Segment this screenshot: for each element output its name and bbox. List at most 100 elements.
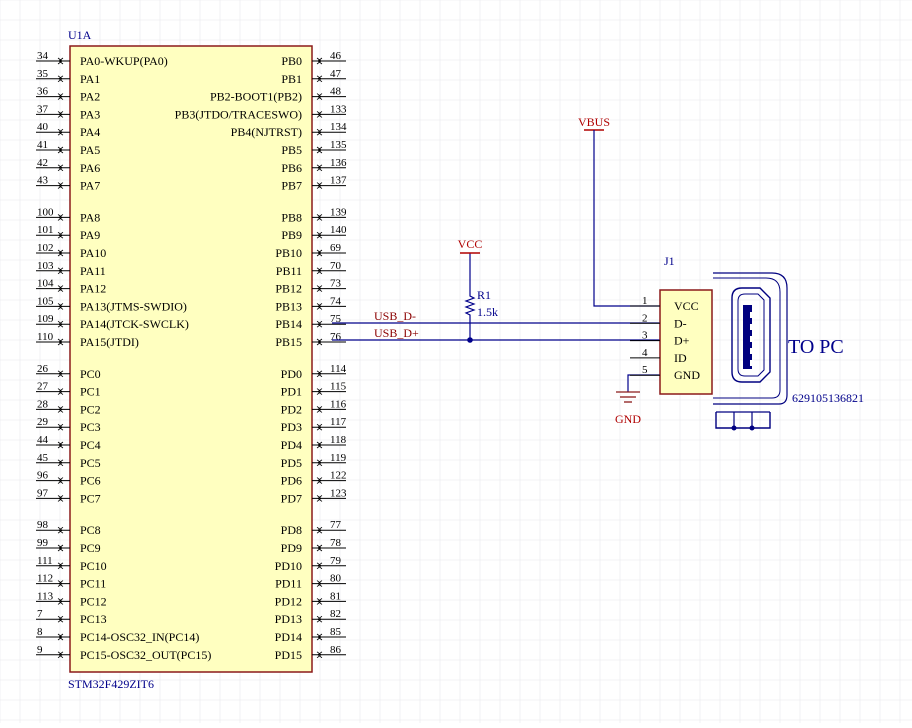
pin-name: PB11 xyxy=(276,264,302,278)
pin-name: PB9 xyxy=(281,228,302,242)
gnd-label: GND xyxy=(615,412,641,426)
pin-number: 96 xyxy=(37,470,49,482)
pin-name: D- xyxy=(674,316,687,330)
wire-gnd xyxy=(627,374,660,392)
pin-name: PB5 xyxy=(281,143,302,157)
usb-receptacle-icon xyxy=(713,272,788,431)
pin-number: 110 xyxy=(37,331,54,343)
pin-name: PC10 xyxy=(80,559,107,573)
pin-name: PC0 xyxy=(80,367,101,381)
pin-name: PA9 xyxy=(80,228,100,242)
pin-name: PA4 xyxy=(80,125,100,139)
j1-usb-connector[interactable]: J1 1 VCC 2 D- 3 D+ 4 ID 5 GND 629105136821 TO PC xyxy=(630,254,864,431)
pin-number: 26 xyxy=(37,363,49,375)
pin-name: PC9 xyxy=(80,541,101,555)
pin-number: 2 xyxy=(642,312,648,324)
pin-name: PC1 xyxy=(80,385,101,399)
pin-name: PD12 xyxy=(275,594,302,608)
pin-number: 46 xyxy=(330,50,342,62)
pin-number: 28 xyxy=(37,398,49,410)
pin-name: PC14-OSC32_IN(PC14) xyxy=(80,630,199,644)
wire-vbus xyxy=(593,130,660,307)
pin-number: 42 xyxy=(37,157,48,169)
pin-number: 134 xyxy=(330,121,347,133)
pin-number: 101 xyxy=(37,224,54,236)
pin-name: PB8 xyxy=(281,210,302,224)
vcc-power-port[interactable]: VCC xyxy=(458,237,483,254)
pin-number: 35 xyxy=(37,68,49,80)
r1-value: 1.5k xyxy=(477,305,498,319)
pin-name: PA14(JTCK-SWCLK) xyxy=(80,317,189,331)
pin-name: PA13(JTMS-SWDIO) xyxy=(80,299,187,313)
pin-number: 45 xyxy=(37,452,49,464)
pin-number: 82 xyxy=(330,608,341,620)
pin-name: PB13 xyxy=(275,299,302,313)
pin-number: 8 xyxy=(37,626,43,638)
pin-number: 7 xyxy=(37,608,43,620)
pin-name: PC7 xyxy=(80,491,101,505)
pin-number: 118 xyxy=(330,434,347,446)
pin-name: PA12 xyxy=(80,282,106,296)
pin-number: 123 xyxy=(330,487,347,499)
gnd-power-port[interactable]: GND xyxy=(615,374,660,426)
pin-name: PA3 xyxy=(80,107,100,121)
net-label-usb-dm[interactable]: USB_D- xyxy=(374,309,416,323)
pin-number: 102 xyxy=(37,242,54,254)
pin-name: PC2 xyxy=(80,402,101,416)
u1-microcontroller[interactable]: U1A STM32F429ZIT6 34 PA0-WKUP(PA0) 35 PA1 36… xyxy=(36,28,347,691)
pin-number: 86 xyxy=(330,644,342,656)
pin-name: PD9 xyxy=(281,541,302,555)
pin-name: PA11 xyxy=(80,264,106,278)
resistor-zigzag xyxy=(464,293,476,318)
pin-number: 81 xyxy=(330,590,341,602)
net-label-usb-dp[interactable]: USB_D+ xyxy=(374,326,419,340)
pin-number: 139 xyxy=(330,206,347,218)
pin-name: PB0 xyxy=(281,54,302,68)
vbus-power-port[interactable]: VBUS xyxy=(578,115,660,307)
pin-number: 116 xyxy=(330,398,347,410)
pin-number: 5 xyxy=(642,364,648,376)
pin-number: 99 xyxy=(37,537,49,549)
pin-name: PB6 xyxy=(281,161,302,175)
pin-name: PD5 xyxy=(281,456,302,470)
pin-number: 100 xyxy=(37,206,54,218)
u1-designator: U1A xyxy=(68,28,92,42)
pin-number: 80 xyxy=(330,573,342,585)
pin-number: 109 xyxy=(37,313,54,325)
pin-name: PD8 xyxy=(281,523,302,537)
pin-number: 43 xyxy=(37,175,49,187)
j1-designator: J1 xyxy=(664,254,675,268)
pin-number: 137 xyxy=(330,175,347,187)
pin-name: D+ xyxy=(674,334,690,348)
pin-name: PC6 xyxy=(80,474,101,488)
pin-name: PA6 xyxy=(80,161,100,175)
pin-name: PA8 xyxy=(80,210,100,224)
pin-number: 36 xyxy=(37,86,49,98)
pin-number: 78 xyxy=(330,537,342,549)
pin-name: PD1 xyxy=(281,385,302,399)
pin-number: 37 xyxy=(37,103,49,115)
r1-resistor[interactable]: R1 1.5k xyxy=(464,253,498,340)
pin-name: PB2-BOOT1(PB2) xyxy=(210,90,302,104)
pin-name: PC11 xyxy=(80,577,106,591)
pin-name: PD15 xyxy=(275,648,302,662)
pin-number: 111 xyxy=(37,555,53,567)
pin-name: VCC xyxy=(674,299,699,313)
pin-number: 135 xyxy=(330,139,347,151)
pin-number: 114 xyxy=(330,363,347,375)
pin-name: PC13 xyxy=(80,612,107,626)
pin-number: 9 xyxy=(37,644,43,656)
pin-number: 112 xyxy=(37,573,53,585)
pin-number: 41 xyxy=(37,139,48,151)
pin-number: 105 xyxy=(37,295,54,307)
pin-number: 98 xyxy=(37,519,49,531)
pin-name: PD13 xyxy=(275,612,302,626)
pin-name: PA2 xyxy=(80,90,100,104)
pin-name: PC12 xyxy=(80,594,107,608)
pin-number: 4 xyxy=(642,347,648,359)
pin-name: PC3 xyxy=(80,420,101,434)
pin-number: 136 xyxy=(330,157,347,169)
pin-name: ID xyxy=(674,351,687,365)
pin-name: PC8 xyxy=(80,523,101,537)
pin-name: PC4 xyxy=(80,438,101,452)
